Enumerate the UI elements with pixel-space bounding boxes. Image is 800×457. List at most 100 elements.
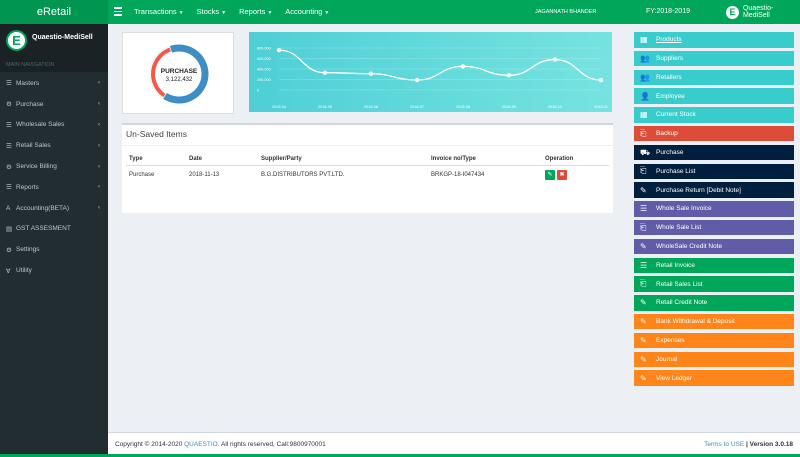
quick-button-label: Employee <box>656 92 685 100</box>
accounting-icon: A <box>6 204 11 212</box>
version-text: | Version 3.0.18 <box>746 441 793 448</box>
sidebar-item-reports[interactable]: ☰ Reports ‹ <box>0 177 108 198</box>
data-point[interactable] <box>598 77 604 83</box>
quick-button-label: Bank Withdrawal & Deposit <box>656 318 735 326</box>
sidebar-item-wholesale-sales[interactable]: ☰ Wholesale Sales ‹ <box>0 115 108 136</box>
quick-retail-invoice-button[interactable]: ☰ Retail Invoice <box>634 257 794 274</box>
donut-value: 3,122,432 <box>166 77 193 83</box>
sidebar-menu: ☰ Masters ‹ ⚙ Purchase ‹ ☰ Wholesale Sales ‹ ☰ Ret… <box>0 73 108 281</box>
sidebar-item-purchase[interactable]: ⚙ Purchase ‹ <box>0 94 108 115</box>
quick-button-label: Purchase List <box>656 167 696 175</box>
purchase-donut-chart: PURCHASE 3,122,432 <box>149 44 209 104</box>
series-line <box>278 49 602 81</box>
quick-view-ledger-button[interactable]: ✎ View Ledger <box>634 370 794 386</box>
quick-button-label: Retail Credit Note <box>656 299 708 307</box>
quick-purchase-button[interactable]: ⛟ Purchase <box>634 144 794 161</box>
user-name[interactable]: JAGANNATH BHANDER <box>535 0 596 24</box>
company-menu[interactable]: E Quaestio-MediSell <box>726 5 800 19</box>
quick-products-button[interactable]: ▦ Products <box>634 32 794 48</box>
unsaved-items-panel: Un-Saved Items Type Date Supplier/Party … <box>122 123 613 213</box>
quick-wholesale-credit-note-button[interactable]: ✎ WholeSale Credit Note <box>634 238 794 255</box>
gear-icon: ⚙ <box>6 101 12 109</box>
hamburger-icon[interactable] <box>114 7 122 16</box>
nav-reports[interactable]: Reports ▼ <box>239 0 272 24</box>
list-icon: ☰ <box>640 204 648 214</box>
company-logo-icon: E <box>726 5 739 19</box>
data-point[interactable] <box>460 64 466 69</box>
quick-access-panel: ▦ Products 👥 Suppliers 👥 Retailers 👤 Employee ▦ C… <box>634 32 794 389</box>
donut-label: PURCHASE <box>161 68 198 75</box>
quick-button-label: Whole Sale Invoice <box>656 205 712 213</box>
data-point[interactable] <box>552 57 558 62</box>
quick-purchase-list-button[interactable]: ⎗ Purchase List <box>634 163 794 180</box>
quick-backup-button[interactable]: ⎗ Backup <box>634 125 794 142</box>
y-tick-label: 0 <box>257 89 259 93</box>
list-icon: ☰ <box>6 121 12 129</box>
users-icon: 👥 <box>640 54 650 64</box>
gear-icon: ⚙ <box>6 246 12 254</box>
col-operation: Operation <box>542 153 609 166</box>
inbox-icon: ⎗ <box>640 128 647 138</box>
delete-button[interactable]: ✖ <box>557 170 567 180</box>
purchase-trend-panel: 800,000 600,000 400,000 200,000 0 2018-04 2018… <box>249 32 612 112</box>
quick-button-label: Purchase <box>656 149 684 157</box>
cell-type: Purchase <box>129 172 155 178</box>
quick-button-label: Products <box>656 36 682 44</box>
data-point[interactable] <box>276 47 282 53</box>
cell-operation: ✎ ✖ <box>542 166 609 185</box>
data-point[interactable] <box>506 73 512 78</box>
chevron-left-icon: ‹ <box>98 80 100 87</box>
data-point[interactable] <box>414 77 420 83</box>
quick-employee-button[interactable]: 👤 Employee <box>634 88 794 104</box>
company-link[interactable]: QUAESTIO. <box>184 441 219 448</box>
sidebar-item-masters[interactable]: ☰ Masters ‹ <box>0 73 108 94</box>
users-icon: 👥 <box>640 72 650 82</box>
quick-bank-withdrawal-deposit-button[interactable]: ✎ Bank Withdrawal & Deposit <box>634 313 794 330</box>
edit-button[interactable]: ✎ <box>545 170 555 180</box>
table-header-row: Type Date Supplier/Party Invoice no/Type… <box>126 153 609 166</box>
sidebar-item-utility[interactable]: Ɐ Utility <box>0 260 108 281</box>
terms-link[interactable]: Terms to USE <box>704 441 744 448</box>
quick-suppliers-button[interactable]: 👥 Suppliers <box>634 50 794 67</box>
data-point[interactable] <box>368 71 374 76</box>
cell-invoice: BRKGP-18-I047434 <box>431 172 485 178</box>
quick-journal-button[interactable]: ✎ Journal <box>634 351 794 368</box>
quick-button-label: Journal <box>656 355 678 363</box>
quick-whole-sale-list-button[interactable]: ⎗ Whole Sale List <box>634 219 794 236</box>
sidebar-company-name: Quaestio-MediSell <box>32 34 93 41</box>
unsaved-table: Type Date Supplier/Party Invoice no/Type… <box>126 153 609 184</box>
quick-whole-sale-invoice-button[interactable]: ☰ Whole Sale Invoice <box>634 201 794 217</box>
sidebar-item-accounting-beta[interactable]: A Accounting(BETA) ‹ <box>0 198 108 219</box>
quick-expenses-button[interactable]: ✎ Expenses <box>634 332 794 349</box>
quick-purchase-return-debit-note-button[interactable]: ✎ Purchase Return [Debit Note] <box>634 182 794 198</box>
x-tick-label: 2018-11 <box>594 105 608 109</box>
panel-divider <box>122 145 613 146</box>
x-tick-label: 2018-07 <box>410 105 424 109</box>
data-point[interactable] <box>322 70 328 75</box>
nav-stocks[interactable]: Stocks ▼ <box>197 0 226 24</box>
list-icon: ☰ <box>6 80 12 88</box>
sidebar-item-label: Wholesale Sales <box>16 121 65 129</box>
nav-accounting[interactable]: Accounting ▼ <box>285 0 329 24</box>
sidebar-item-gst-assesment[interactable]: ▤ GST ASSESMENT <box>0 219 108 240</box>
x-tick-label: 2018-05 <box>318 105 332 109</box>
sidebar-item-label: Masters <box>16 79 40 87</box>
caret-down-icon: ▼ <box>178 10 184 16</box>
sidebar-item-label: Accounting(BETA) <box>16 204 69 212</box>
quick-retailers-button[interactable]: 👥 Retailers <box>634 69 794 86</box>
sidebar-item-label: GST ASSESMENT <box>16 225 71 233</box>
sidebar-item-retail-sales[interactable]: ☰ Retail Sales ‹ <box>0 135 108 156</box>
quick-current-stock-button[interactable]: ▦ Current Stock <box>634 107 794 123</box>
sidebar-item-service-billing[interactable]: ⚙ Service Billing ‹ <box>0 156 108 177</box>
cell-party: B.G.DISTRIBUTORS PVT.LTD. <box>261 172 345 178</box>
quick-retail-credit-note-button[interactable]: ✎ Retail Credit Note <box>634 295 794 311</box>
brand-logo[interactable]: eRetail <box>0 0 108 24</box>
quick-retail-sales-list-button[interactable]: ⎗ Retail Sales List <box>634 276 794 292</box>
nav-transactions[interactable]: Transactions ▼ <box>134 0 184 24</box>
sidebar-item-settings[interactable]: ⚙ Settings <box>0 239 108 260</box>
x-tick-label: 2018-04 <box>272 105 286 109</box>
doc-icon: ▤ <box>6 225 13 233</box>
quick-button-label: View Ledger <box>656 374 693 382</box>
caret-down-icon: ▼ <box>267 10 273 16</box>
y-tick-label: 800,000 <box>257 47 271 51</box>
